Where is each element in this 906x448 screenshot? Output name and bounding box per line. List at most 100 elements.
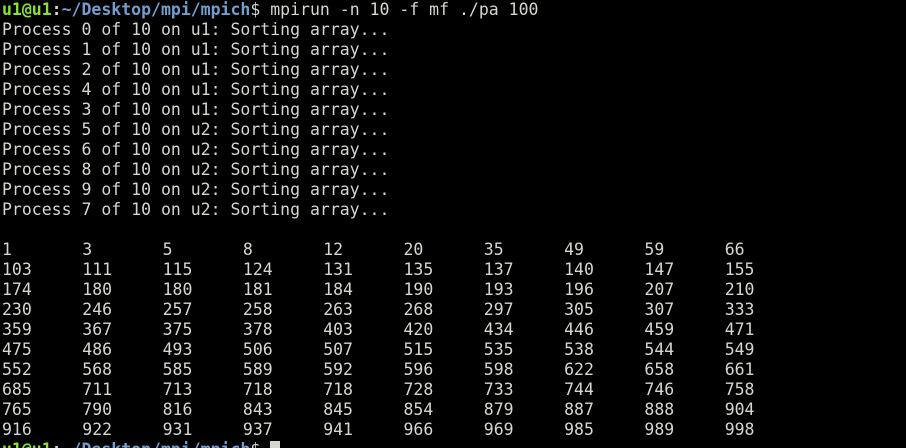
prompt-path: ~/Desktop/mpi/mpich	[62, 440, 251, 448]
table-cell: 718	[323, 380, 353, 399]
table-cell: 140	[564, 260, 594, 279]
table-cell: 515	[403, 340, 434, 359]
table-cell: 887	[564, 400, 594, 419]
cursor-block	[270, 441, 281, 448]
table-cell: 998	[724, 420, 755, 439]
command-line: u1@u1:~/Desktop/mpi/mpich$ mpirun -n 10 …	[2, 0, 906, 20]
table-cell: 257	[162, 300, 193, 319]
table-cell: 544	[644, 340, 675, 359]
table-cell: 765	[2, 400, 32, 419]
table-cell: 420	[403, 320, 434, 339]
table-cell: 969	[483, 420, 514, 439]
table-cell: 268	[403, 300, 434, 319]
table-cell: 297	[483, 300, 514, 319]
table-cell: 549	[724, 340, 755, 359]
process-line: Process 7 of 10 on u2: Sorting array...	[2, 200, 390, 219]
table-cell: 184	[323, 280, 353, 299]
table-row: 685 711 713 718 718 728 733 744 746 758	[2, 380, 906, 400]
table-cell: 622	[564, 360, 594, 379]
process-line: Process 3 of 10 on u1: Sorting array...	[2, 100, 390, 119]
table-cell: 378	[242, 320, 273, 339]
process-output: Process 0 of 10 on u1: Sorting array... …	[2, 20, 906, 220]
table-cell: 230	[2, 300, 32, 319]
table-cell: 196	[564, 280, 594, 299]
table-row: 174 180 180 181 184 190 193 196 207 210	[2, 280, 906, 300]
table-cell: 598	[483, 360, 514, 379]
table-cell: 246	[82, 300, 113, 319]
table-cell: 746	[644, 380, 675, 399]
table-cell: 596	[403, 360, 434, 379]
table-cell: 931	[162, 420, 193, 439]
table-row: 103 111 115 124 131 135 137 140 147 155	[2, 260, 906, 280]
table-cell: 538	[564, 340, 594, 359]
table-row: 1 3 5 8 12 20 35 49 59 66	[2, 240, 906, 260]
table-cell: 506	[242, 340, 273, 359]
table-cell: 258	[242, 300, 273, 319]
process-line: Process 2 of 10 on u1: Sorting array...	[2, 60, 390, 79]
terminal-window[interactable]: u1@u1:~/Desktop/mpi/mpich$ mpirun -n 10 …	[0, 0, 906, 448]
table-cell: 816	[162, 400, 193, 419]
table-row: 359 367 375 378 403 420 434 446 459 471	[2, 320, 906, 340]
prompt-user-host: u1@u1	[2, 0, 52, 19]
table-row: 552 568 585 589 592 596 598 622 658 661	[2, 360, 906, 380]
table-cell: 147	[644, 260, 675, 279]
prompt-separator: :	[52, 440, 62, 448]
table-cell: 66	[724, 240, 745, 259]
prompt-dollar: $	[250, 440, 270, 448]
prompt-user-host: u1@u1	[2, 440, 52, 448]
process-line: Process 5 of 10 on u2: Sorting array...	[2, 120, 390, 139]
table-cell: 711	[82, 380, 113, 399]
table-cell: 181	[242, 280, 273, 299]
table-cell: 193	[483, 280, 514, 299]
table-cell: 879	[483, 400, 514, 419]
process-line: Process 1 of 10 on u1: Sorting array...	[2, 40, 390, 59]
table-cell: 989	[644, 420, 675, 439]
table-cell: 174	[2, 280, 32, 299]
table-cell: 1	[2, 240, 12, 259]
table-cell: 137	[483, 260, 514, 279]
table-cell: 552	[2, 360, 32, 379]
table-cell: 937	[242, 420, 273, 439]
table-cell: 8	[242, 240, 253, 259]
process-line: Process 8 of 10 on u2: Sorting array...	[2, 160, 390, 179]
final-prompt-line: u1@u1:~/Desktop/mpi/mpich$	[2, 440, 906, 448]
table-cell: 180	[82, 280, 113, 299]
table-cell: 59	[644, 240, 665, 259]
table-cell: 475	[2, 340, 32, 359]
table-cell: 589	[242, 360, 273, 379]
sorted-output-table: 1 3 5 8 12 20 35 49 59 66 103 111 115 124 131 135 137 140…	[2, 240, 906, 440]
table-cell: 854	[403, 400, 434, 419]
process-line: Process 6 of 10 on u2: Sorting array...	[2, 140, 390, 159]
table-cell: 941	[323, 420, 353, 439]
table-cell: 210	[724, 280, 755, 299]
table-cell: 713	[162, 380, 193, 399]
table-cell: 744	[564, 380, 594, 399]
table-cell: 190	[403, 280, 434, 299]
table-cell: 966	[403, 420, 434, 439]
prompt-dollar: $	[250, 0, 271, 19]
table-cell: 733	[483, 380, 514, 399]
table-cell: 585	[162, 360, 193, 379]
prompt-separator: :	[51, 0, 62, 19]
table-cell: 307	[644, 300, 675, 319]
table-cell: 471	[724, 320, 755, 339]
table-cell: 916	[2, 420, 32, 439]
table-cell: 124	[242, 260, 273, 279]
table-cell: 486	[82, 340, 113, 359]
table-cell: 790	[82, 400, 113, 419]
table-cell: 728	[403, 380, 434, 399]
table-cell: 305	[564, 300, 594, 319]
table-cell: 135	[403, 260, 434, 279]
table-cell: 12	[323, 240, 344, 259]
table-cell: 845	[323, 400, 353, 419]
table-cell: 661	[724, 360, 755, 379]
table-cell: 888	[644, 400, 675, 419]
table-cell: 5	[162, 240, 173, 259]
table-cell: 592	[323, 360, 353, 379]
table-cell: 904	[724, 400, 755, 419]
table-cell: 20	[403, 240, 424, 259]
table-cell: 111	[82, 260, 113, 279]
table-cell: 103	[2, 260, 32, 279]
table-row: 765 790 816 843 845 854 879 887 888 904	[2, 400, 906, 420]
